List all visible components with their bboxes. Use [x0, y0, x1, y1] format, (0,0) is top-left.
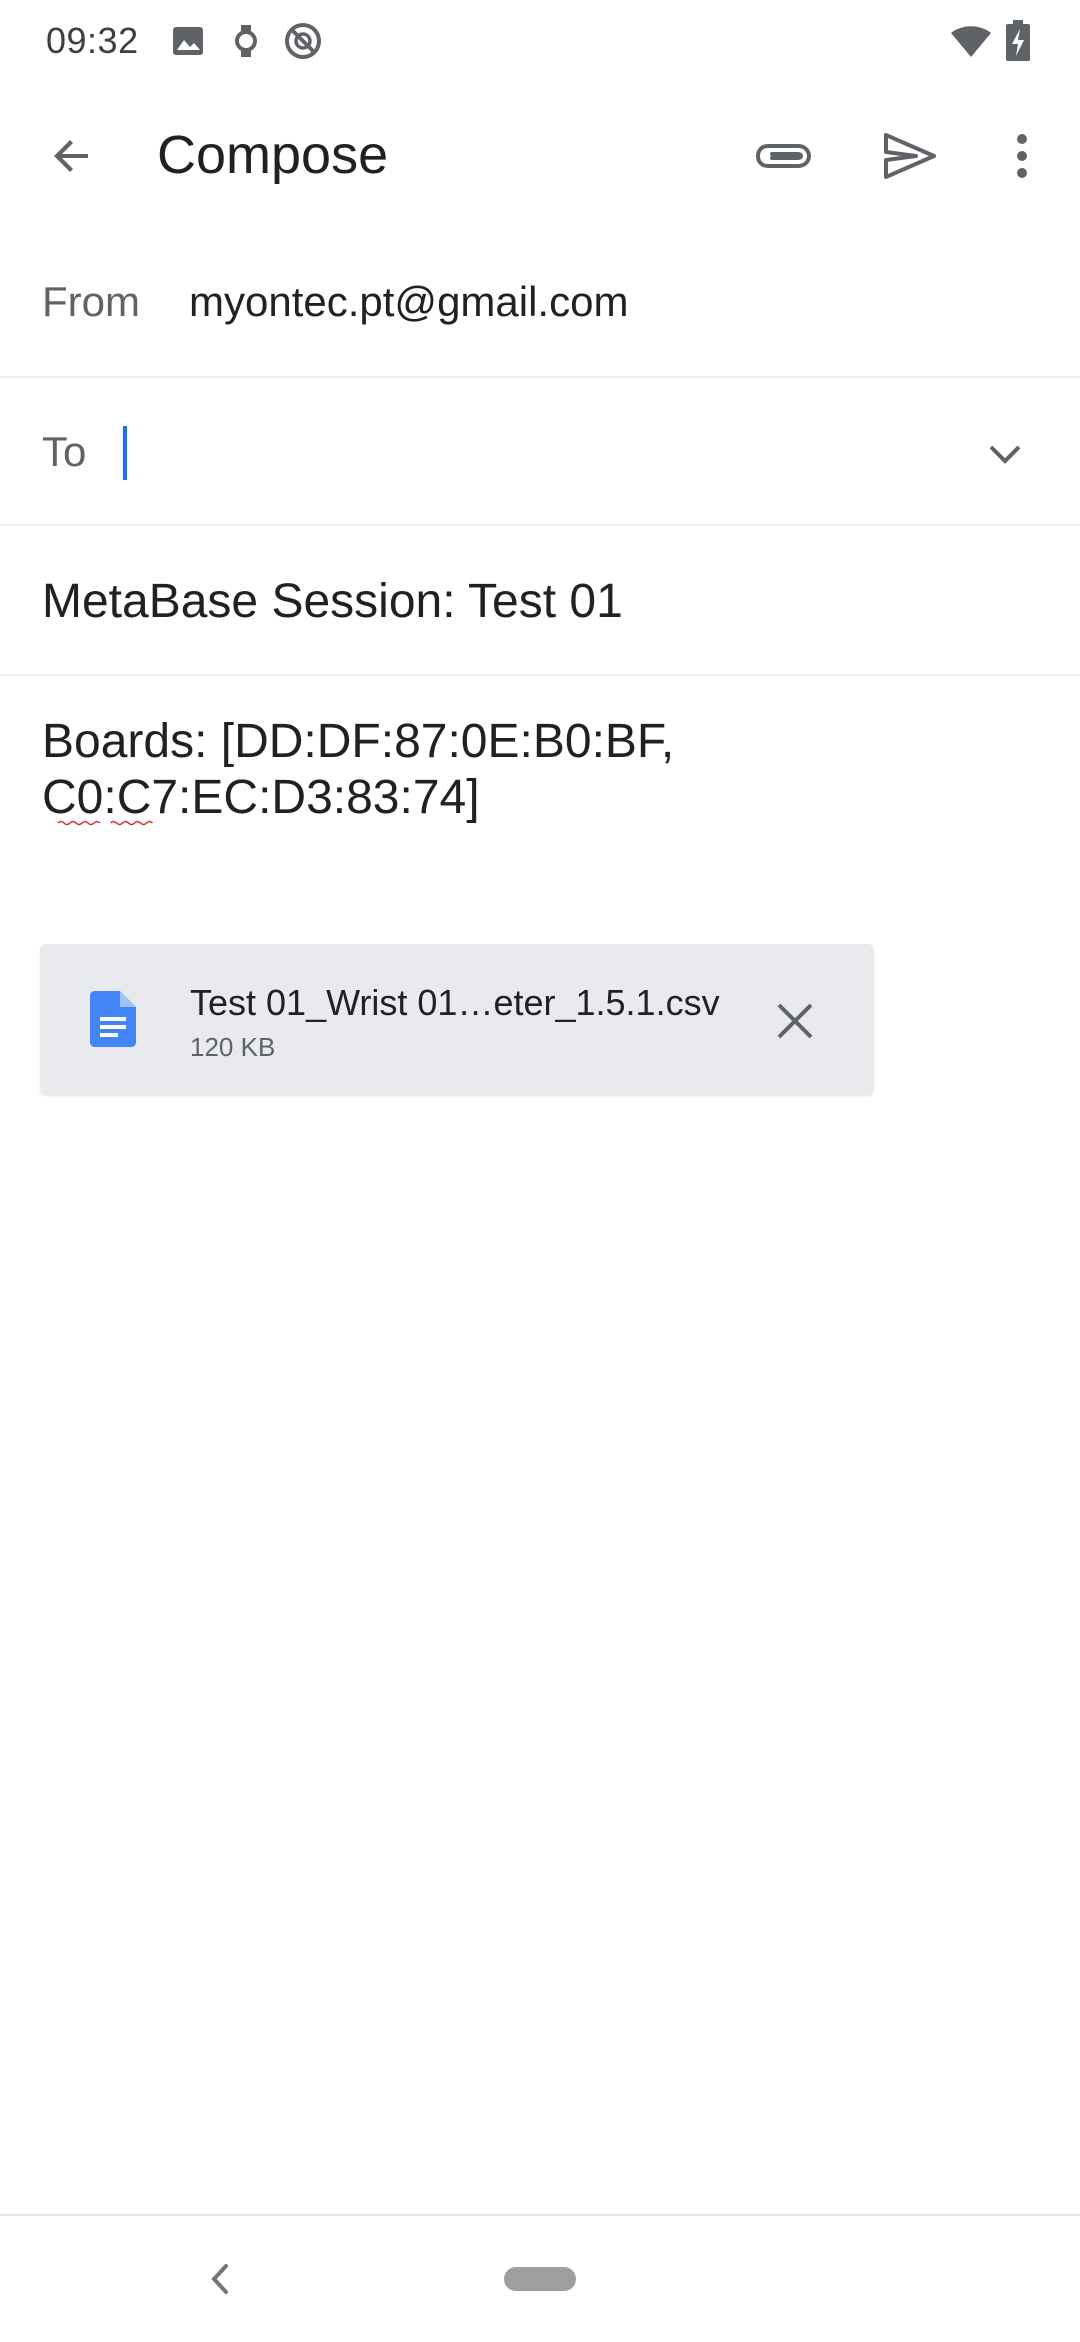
close-icon: [777, 1003, 813, 1039]
status-bar: 09:32: [0, 0, 1080, 84]
from-address[interactable]: myontec.pt@gmail.com: [189, 278, 628, 326]
attachment-file-size: 120 KB: [190, 1032, 276, 1062]
battery-charging-icon: [1005, 20, 1031, 67]
more-options-button[interactable]: [974, 108, 1070, 204]
attach-button[interactable]: [736, 108, 832, 204]
paperclip-icon: [755, 144, 812, 168]
to-label: To: [42, 428, 87, 475]
status-time: 09:32: [46, 20, 139, 61]
from-label: From: [42, 278, 140, 325]
message-body[interactable]: Boards: [DD:DF:87:0E:B0:BF, C0:C7:EC:D3:…: [42, 714, 1022, 826]
arrow-back-icon: [54, 140, 88, 172]
from-row[interactable]: From myontec.pt@gmail.com: [0, 232, 1080, 378]
watch-icon: [234, 24, 258, 63]
spellcheck-underline: [57, 820, 154, 826]
page-title: Compose: [157, 125, 389, 185]
home-pill-icon[interactable]: [504, 2267, 576, 2291]
chevron-down-icon: [989, 445, 1021, 464]
expand-recipients-button[interactable]: [970, 420, 1040, 490]
system-nav-bar: [0, 2214, 1080, 2342]
compose-toolbar: Compose: [0, 84, 1080, 228]
text-cursor: [123, 426, 127, 480]
wifi-icon: [950, 24, 992, 63]
nav-back-button[interactable]: [200, 2254, 240, 2304]
subject-row[interactable]: MetaBase Session: Test 01: [0, 526, 1080, 676]
nav-back-icon: [211, 2264, 228, 2294]
image-icon: [172, 26, 204, 61]
attachment-chip[interactable]: Test 01_Wrist 01…eter_1.5.1.csv 120 KB: [40, 944, 874, 1094]
attachment-file-name: Test 01_Wrist 01…eter_1.5.1.csv: [190, 982, 720, 1023]
back-button[interactable]: [24, 108, 120, 204]
to-input[interactable]: [120, 418, 972, 482]
send-icon: [884, 133, 936, 179]
more-vert-icon: [1017, 134, 1027, 178]
send-button[interactable]: [862, 108, 958, 204]
remove-attachment-button[interactable]: [760, 986, 830, 1056]
do-not-disturb-icon: [284, 22, 322, 65]
to-row: To: [0, 378, 1080, 526]
document-icon: [90, 991, 136, 1052]
subject-input[interactable]: MetaBase Session: Test 01: [42, 574, 623, 629]
